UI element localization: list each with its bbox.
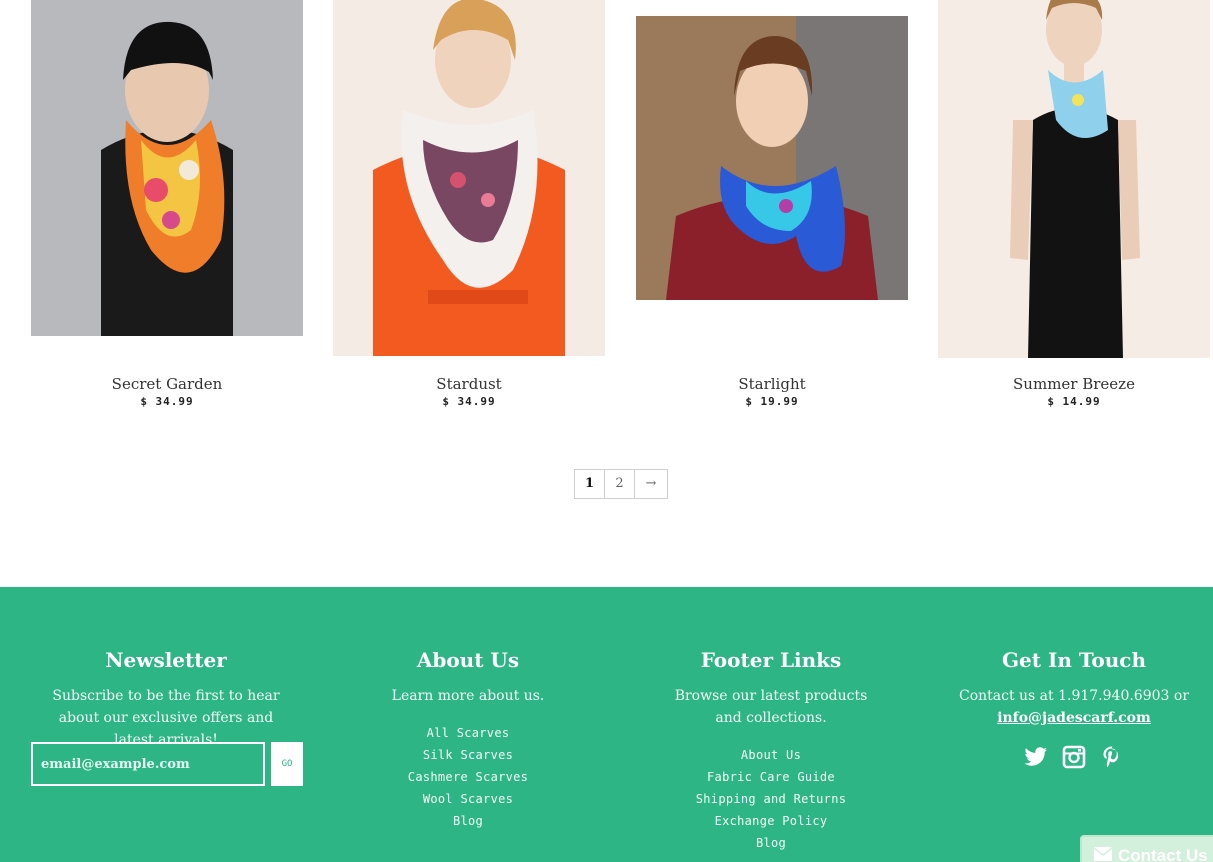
social-icons [924,745,1213,769]
footer-link-blog[interactable]: Blog [318,810,618,832]
footer: Newsletter Subscribe to be the first to … [0,587,1213,862]
about-links: All Scarves Silk Scarves Cashmere Scarve… [318,722,618,832]
footer-link-shipping[interactable]: Shipping and Returns [621,788,921,810]
pinterest-icon[interactable] [1100,745,1124,769]
footer-link-wool-scarves[interactable]: Wool Scarves [318,788,618,810]
pagination: 1 2 → [574,469,668,499]
product-price: $ 34.99 [140,395,194,408]
product-image[interactable] [31,0,303,336]
footer-links-desc: Browse our latest products and collectio… [674,688,868,726]
footer-links-title: Footer Links [700,648,842,672]
instagram-icon[interactable] [1062,745,1086,769]
page-2-button[interactable]: 2 [605,470,635,498]
contact-us-label: Contact Us [1118,846,1208,862]
footer-link-silk-scarves[interactable]: Silk Scarves [318,744,618,766]
newsletter-email-input[interactable] [31,742,265,786]
contact-us-tab[interactable]: Contact Us [1080,835,1213,862]
next-page-button[interactable]: → [635,470,667,498]
contact-desc: Contact us at 1.917.940.6903 or info@jad… [924,685,1213,729]
product-image[interactable] [333,0,605,356]
contact-title: Get In Touch [1001,648,1147,672]
contact-email-link[interactable]: info@jadescarf.com [997,710,1151,726]
twitter-icon[interactable] [1024,745,1048,769]
footer-link-all-scarves[interactable]: All Scarves [318,722,618,744]
page-1-button[interactable]: 1 [575,470,605,498]
product-price: $ 34.99 [442,395,496,408]
product-name[interactable]: Secret Garden [31,375,303,393]
product-price: $ 14.99 [1047,395,1101,408]
about-title: About Us [416,648,520,672]
product-name[interactable]: Summer Breeze [938,375,1210,393]
product-name[interactable]: Stardust [333,375,605,393]
product-image[interactable] [938,0,1210,358]
product-image[interactable] [636,16,908,300]
footer-link-cashmere-scarves[interactable]: Cashmere Scarves [318,766,618,788]
product-name[interactable]: Starlight [636,375,908,393]
newsletter-title: Newsletter [105,648,227,672]
footer-link-blog-2[interactable]: Blog [621,832,921,854]
footer-link-fabric-care[interactable]: Fabric Care Guide [621,766,921,788]
product-price: $ 19.99 [745,395,799,408]
envelope-icon [1093,846,1113,862]
footer-links-list: About Us Fabric Care Guide Shipping and … [621,744,921,854]
contact-phone-text: Contact us at 1.917.940.6903 or [958,688,1190,704]
footer-link-about-us[interactable]: About Us [621,744,921,766]
footer-link-exchange[interactable]: Exchange Policy [621,810,921,832]
about-desc: Learn more about us. [391,688,545,704]
newsletter-go-button[interactable]: GO [271,742,303,786]
